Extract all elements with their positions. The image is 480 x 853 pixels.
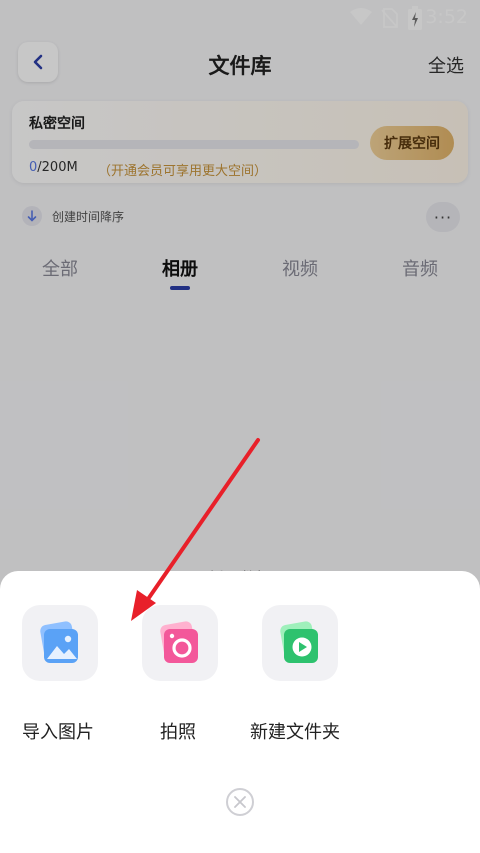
close-icon xyxy=(234,796,246,808)
new-folder-option[interactable]: 新建文件夹 xyxy=(250,605,382,743)
import-image-label: 导入图片 xyxy=(22,722,94,743)
take-photo-label: 拍照 xyxy=(160,722,196,743)
take-photo-option[interactable]: 拍照 xyxy=(142,605,262,743)
camera-icon xyxy=(142,605,218,681)
add-content-sheet: 导入图片 拍照 新建文件夹 xyxy=(0,571,480,853)
image-icon xyxy=(22,605,98,681)
close-button[interactable] xyxy=(226,788,254,816)
new-folder-icon xyxy=(262,605,338,681)
new-folder-label: 新建文件夹 xyxy=(250,722,340,743)
import-image-option[interactable]: 导入图片 xyxy=(22,605,142,743)
